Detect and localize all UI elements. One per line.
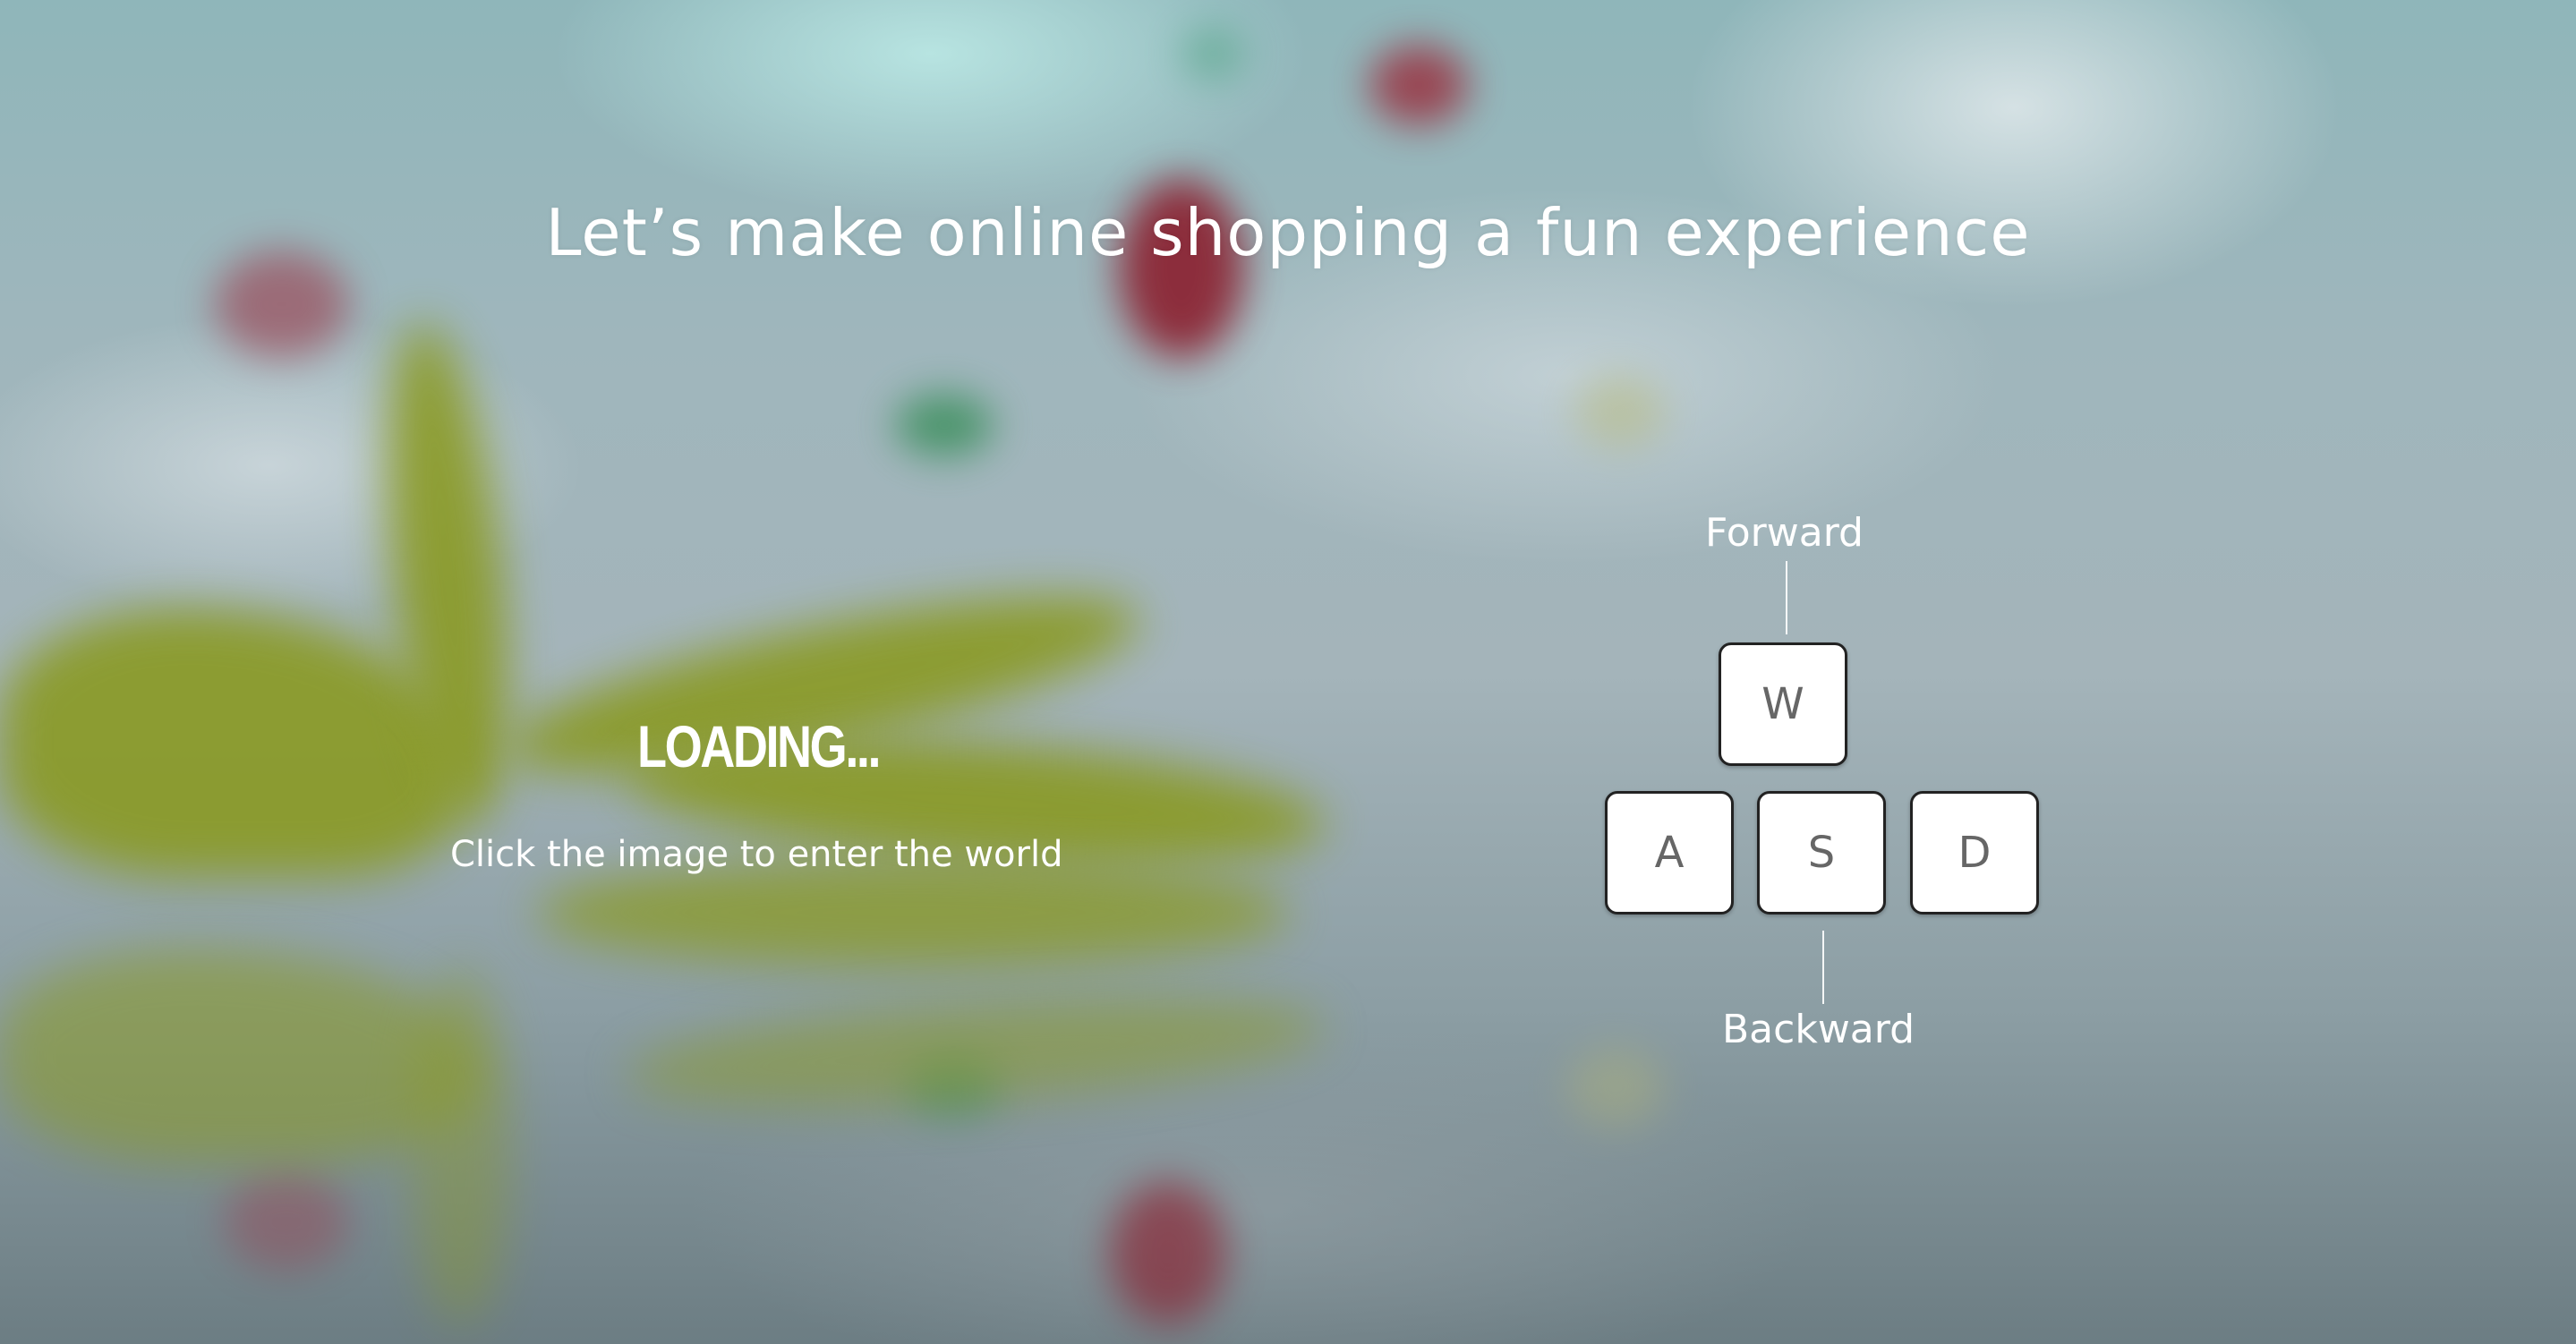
key-s: S <box>1757 791 1886 914</box>
floating-object <box>1566 1047 1665 1127</box>
floating-object <box>1110 1181 1226 1324</box>
floating-object <box>1369 45 1468 125</box>
plant-reflection <box>0 948 483 1163</box>
floating-object <box>224 1172 349 1271</box>
key-a: A <box>1605 791 1734 914</box>
plant-shape <box>0 608 465 877</box>
forward-label: Forward <box>1705 510 1864 556</box>
plant-reflection <box>412 966 510 1324</box>
plant-shape <box>537 859 1289 966</box>
floating-object <box>1575 376 1665 447</box>
enter-world-hint: Click the image to enter the world <box>450 834 1063 875</box>
key-d: D <box>1910 791 2039 914</box>
forward-connector-line <box>1786 561 1787 634</box>
loading-text: LOADING... <box>637 713 882 779</box>
backward-label: Backward <box>1722 1007 1915 1052</box>
floating-object <box>1181 27 1244 81</box>
key-w: W <box>1719 642 1847 766</box>
backward-connector-line <box>1822 931 1824 1004</box>
page-headline: Let’s make online shopping a fun experie… <box>545 195 2031 270</box>
floating-object <box>895 394 994 456</box>
